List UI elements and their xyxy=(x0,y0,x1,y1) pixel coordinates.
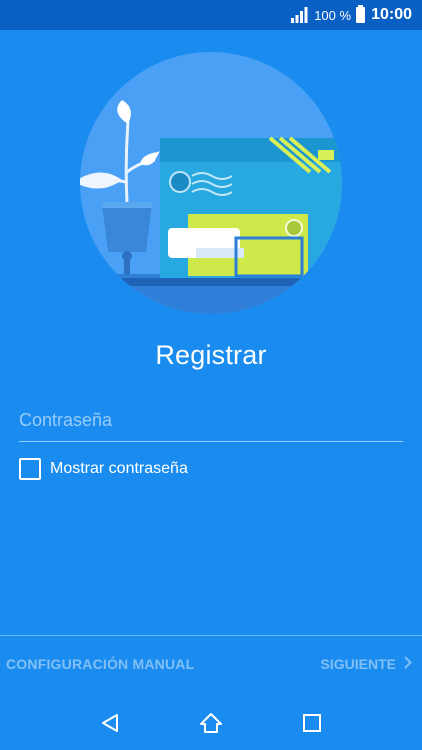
battery-icon xyxy=(356,5,366,23)
next-button[interactable]: SIGUIENTE xyxy=(321,656,412,672)
home-icon[interactable] xyxy=(191,703,231,743)
chevron-right-icon xyxy=(404,656,412,672)
footer-divider xyxy=(0,635,422,636)
show-password-label: Mostrar contraseña xyxy=(50,460,188,477)
password-field xyxy=(19,400,403,442)
system-nav-bar xyxy=(0,695,422,750)
show-password-checkbox[interactable] xyxy=(19,458,41,480)
next-label: SIGUIENTE xyxy=(320,656,396,672)
manual-config-button[interactable]: CONFIGURACIÓN MANUAL xyxy=(6,656,194,672)
signal-icon xyxy=(290,7,308,23)
status-bar: 100 % 10:00 xyxy=(0,0,422,30)
battery-percent: 100 % xyxy=(314,7,352,23)
recents-icon[interactable] xyxy=(292,703,332,743)
mail-illustration xyxy=(80,52,342,314)
show-password-toggle[interactable]: Mostrar contraseña xyxy=(19,458,188,480)
clock: 10:00 xyxy=(371,6,412,23)
page-title: Registrar xyxy=(155,340,267,370)
back-icon[interactable] xyxy=(90,703,130,743)
password-input[interactable] xyxy=(19,400,403,440)
